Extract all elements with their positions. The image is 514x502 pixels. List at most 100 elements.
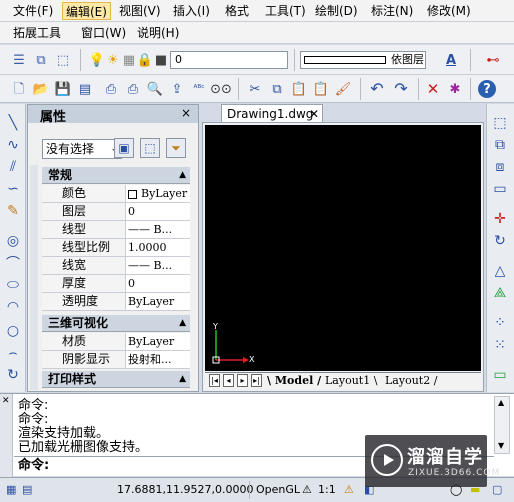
property-value[interactable]: 0 (128, 275, 190, 292)
drawing-canvas[interactable]: Y X (205, 125, 481, 371)
redo-icon[interactable]: ↷ (392, 80, 410, 98)
property-row[interactable]: 线型 —— B... (42, 221, 190, 239)
coordinate-readout[interactable]: 17.6881,11.9527,0.0000 (117, 483, 253, 496)
property-value[interactable]: 投射和... (128, 351, 190, 368)
ray-icon[interactable]: ⫽ (4, 158, 22, 176)
publish-icon[interactable]: ⇪ (168, 80, 186, 98)
fullscreen-icon[interactable]: ▢ (492, 483, 502, 496)
find-binoculars-icon[interactable]: ⊙⊙ (210, 80, 232, 98)
section-3d-visualization[interactable]: 三维可视化 ▲ (42, 315, 190, 332)
spellcheck-icon[interactable]: ᴬᴮᶜ (190, 80, 208, 98)
property-value[interactable]: 0 (128, 203, 190, 220)
line-icon[interactable]: ╲ (4, 114, 22, 132)
property-row[interactable]: 透明度 ByLayer (42, 293, 190, 311)
tab-layout2[interactable]: Layout2 / (385, 374, 437, 388)
last-tab-icon[interactable]: ▸| (251, 374, 262, 387)
property-row[interactable]: 厚度 0 (42, 275, 190, 293)
menu-extend-tools[interactable]: 拓展工具 (10, 24, 64, 42)
tab-layout1[interactable]: Layout1 \ (325, 374, 377, 388)
trim-icon[interactable]: ⁙ (491, 336, 509, 354)
cut-icon[interactable]: ✂ (246, 80, 264, 98)
property-value[interactable]: —— B... (128, 221, 190, 238)
polyline-icon[interactable]: ∿ (4, 136, 22, 154)
match-properties-icon[interactable]: 🖌 (334, 80, 352, 98)
command-scrollbar[interactable]: ▲ ▼ (494, 396, 510, 454)
property-row[interactable]: 材质 ByLayer (42, 333, 190, 351)
print-icon[interactable]: ⎙ (102, 80, 120, 98)
menu-view[interactable]: 视图(V) (116, 2, 164, 20)
color-combo[interactable]: 依图层 (300, 51, 426, 69)
menu-draw[interactable]: 绘制(D) (312, 2, 361, 20)
property-value[interactable]: ByLayer (128, 333, 190, 350)
rotate-icon[interactable]: ↻ (4, 366, 22, 384)
property-row[interactable]: 图层 0 (42, 203, 190, 221)
annotation-visibility-icon[interactable]: ⚠ (344, 483, 354, 496)
circle-icon[interactable]: ○ (4, 322, 22, 340)
menu-dimension[interactable]: 标注(N) (368, 2, 416, 20)
selection-combo[interactable]: 没有选择 ⌄ (42, 139, 122, 159)
dim-style-icon[interactable]: ⊷ (484, 51, 502, 69)
menu-window[interactable]: 窗口(W) (78, 24, 129, 42)
annotation-scale-icon[interactable]: ⚠ (302, 483, 312, 496)
property-row[interactable]: 线型比例 1.0000 (42, 239, 190, 257)
layer-state-icon[interactable]: ⧉ (32, 51, 50, 69)
delete-icon[interactable]: ✕ (424, 80, 442, 98)
plot-icon[interactable]: ⎙ (124, 80, 142, 98)
next-tab-icon[interactable]: ▸ (237, 374, 248, 387)
section-general[interactable]: 常规 ▲ (42, 167, 190, 184)
ellipse-arc-icon[interactable]: ◠ (4, 298, 22, 316)
mirror-icon[interactable]: ⧈ (491, 158, 509, 176)
move-icon[interactable]: ✛ (491, 210, 509, 228)
copy-icon[interactable]: ⧉ (268, 80, 286, 98)
arc-icon[interactable]: ⌒ (4, 254, 22, 272)
paste-icon[interactable]: 📋 (290, 80, 308, 98)
scroll-down-icon[interactable]: ▼ (498, 441, 504, 450)
quick-select-filter-icon[interactable]: ⏷ (166, 138, 186, 158)
menu-format[interactable]: 格式 (222, 2, 252, 20)
help-icon[interactable]: ? (478, 80, 496, 98)
select-objects-icon[interactable]: ⬚ (140, 138, 160, 158)
erase-icon[interactable]: ⬚ (491, 114, 509, 132)
array-icon[interactable]: ⁘ (491, 314, 509, 332)
donut-icon[interactable]: ◎ (4, 232, 22, 250)
property-value[interactable]: 1.0000 (128, 239, 190, 256)
property-row[interactable]: 阴影显示 投射和... (42, 351, 190, 369)
layer-combo[interactable]: 0 (170, 51, 288, 69)
properties-close-icon[interactable]: × (181, 106, 191, 120)
scroll-up-icon[interactable]: ▲ (498, 398, 504, 407)
layer-color-swatch-icon[interactable]: ■ (152, 51, 170, 69)
ellipse-icon[interactable]: ⬭ (4, 276, 22, 294)
scale-icon[interactable]: △ (491, 262, 509, 280)
menu-insert[interactable]: 插入(I) (170, 2, 213, 20)
undo-icon[interactable]: ↶ (368, 80, 386, 98)
close-icon[interactable]: ✕ (2, 396, 10, 406)
quick-select-icon[interactable]: ✱ (446, 80, 464, 98)
command-window-grip[interactable]: ✕ (0, 394, 13, 477)
layer-previous-icon[interactable]: ⬚ (54, 51, 72, 69)
new-file-icon[interactable]: 🗋 (10, 80, 28, 98)
menu-file[interactable]: 文件(F) (10, 2, 56, 20)
annotation-scale-value[interactable]: 1:1 (318, 483, 336, 496)
sketch-icon[interactable]: ✎ (4, 202, 22, 220)
first-tab-icon[interactable]: |◂ (209, 374, 220, 387)
save-as-icon[interactable]: ▤ (76, 80, 94, 98)
pickadd-toggle-icon[interactable]: ▣ (114, 138, 134, 158)
layout-icon[interactable]: ▤ (22, 483, 32, 496)
save-icon[interactable]: 💾 (54, 80, 72, 98)
copy-object-icon[interactable]: ⧉ (491, 136, 509, 154)
revcloud-icon[interactable]: ⌢ (4, 344, 22, 362)
menu-tools[interactable]: 工具(T) (262, 2, 309, 20)
open-folder-icon[interactable]: 📂 (32, 80, 50, 98)
spline-icon[interactable]: ∽ (4, 180, 22, 198)
print-preview-icon[interactable]: 🔍 (146, 80, 164, 98)
property-row[interactable]: 线宽 —— B... (42, 257, 190, 275)
explode-icon[interactable]: ▭ (491, 366, 509, 384)
menu-help[interactable]: 说明(H) (134, 24, 182, 42)
menu-edit[interactable]: 编辑(E) (62, 2, 111, 20)
tab-model[interactable]: \ Model / (267, 374, 321, 388)
rotate-object-icon[interactable]: ↻ (491, 232, 509, 250)
section-plot-style[interactable]: 打印样式 ▲ (42, 371, 190, 388)
prev-tab-icon[interactable]: ◂ (223, 374, 234, 387)
property-value[interactable]: ByLayer (128, 185, 190, 202)
stretch-icon[interactable]: ⟁ (491, 284, 509, 302)
